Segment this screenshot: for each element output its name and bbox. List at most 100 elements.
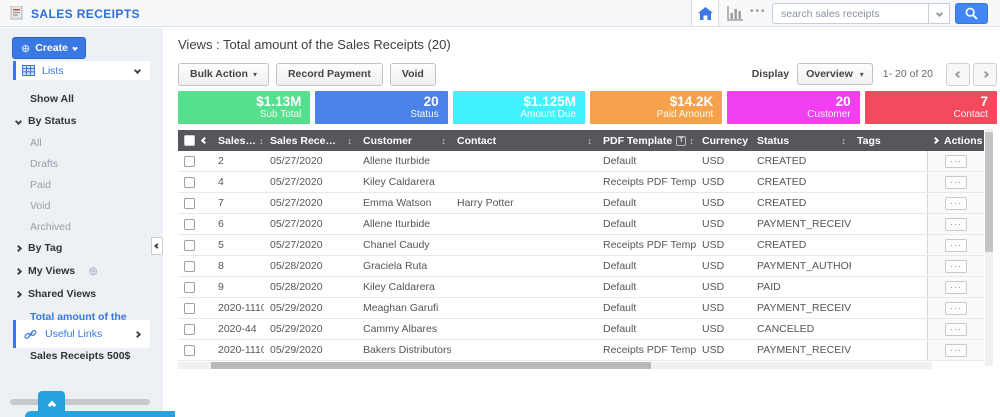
row-actions-button[interactable]: ···	[945, 260, 967, 273]
sidebar-item-show-all[interactable]: Show All	[0, 88, 163, 110]
table-header-row: Sales… ↕ Sales Rece… ↕ Customer ↕ Contac…	[178, 130, 984, 151]
next-page-button[interactable]	[973, 63, 997, 86]
contact-cell	[451, 214, 597, 234]
row-actions-button[interactable]: ···	[945, 155, 967, 168]
row-actions-button[interactable]: ···	[945, 197, 967, 210]
column-header-pdf-template[interactable]: PDF Template T ↕	[597, 130, 696, 151]
sidebar-item-void[interactable]: Void	[0, 195, 163, 216]
customer-cell: Graciela Ruta	[357, 256, 451, 276]
currency-cell: USD	[696, 340, 751, 360]
display-label: Display	[752, 68, 789, 80]
contact-cell	[451, 340, 597, 360]
search-icon	[965, 7, 978, 20]
sidebar-item-drafts[interactable]: Drafts	[0, 153, 163, 174]
app-brand: SALES RECEIPTS	[10, 0, 140, 27]
sort-icon[interactable]: ↕	[259, 136, 264, 146]
column-header-status[interactable]: Status ↕	[751, 130, 851, 151]
kpi-summary-row: $1.13M Sub Total 20 Status $1.125M Amoun…	[178, 91, 997, 124]
sales-receipt-date-cell: 05/27/2020	[264, 235, 357, 255]
row-actions-button[interactable]: ···	[945, 302, 967, 315]
row-checkbox[interactable]	[184, 177, 195, 188]
status-cell: CREATED	[751, 172, 851, 192]
bulk-action-button[interactable]: Bulk Action ▾	[178, 63, 269, 86]
column-header-currency[interactable]: Currency T ↕	[696, 130, 751, 151]
customer-cell: Bakers Distributors	[357, 340, 451, 360]
row-checkbox[interactable]	[184, 261, 195, 272]
dashboard-button[interactable]	[727, 5, 744, 26]
customer-cell: Meaghan Garufi	[357, 298, 451, 318]
currency-cell: USD	[696, 277, 751, 297]
create-button[interactable]: ⊕ Create	[12, 37, 86, 59]
chevron-left-icon[interactable]	[201, 137, 208, 144]
add-view-icon[interactable]: ⊕	[88, 264, 98, 278]
sidebar-item-archived[interactable]: Archived	[0, 216, 163, 237]
column-header-actions[interactable]: Actions	[927, 130, 984, 151]
table-row: 2020-11101 05/29/2020 Meaghan Garufi Def…	[178, 298, 984, 319]
plus-circle-icon: ⊕	[21, 42, 30, 55]
tags-cell	[851, 193, 927, 213]
sales-receipt-date-cell: 05/27/2020	[264, 151, 357, 171]
search-button[interactable]	[955, 3, 988, 24]
vertical-scrollbar[interactable]	[985, 129, 993, 366]
search-input[interactable]	[772, 3, 928, 24]
previous-page-button[interactable]	[946, 63, 970, 86]
sidebar-item-paid[interactable]: Paid	[0, 174, 163, 195]
sort-icon[interactable]: ↕	[588, 136, 593, 146]
sidebar-item-useful-links[interactable]: Useful Links	[13, 320, 150, 348]
pdf-template-cell: Receipts PDF Template	[597, 172, 696, 192]
home-button[interactable]	[691, 0, 719, 26]
chevron-right-icon	[15, 290, 22, 297]
row-actions-button[interactable]: ···	[945, 239, 967, 252]
column-header-tags[interactable]: Tags	[851, 130, 927, 151]
row-actions-button[interactable]: ···	[945, 323, 967, 336]
column-header-contact[interactable]: Contact ↕	[451, 130, 597, 151]
more-menu-icon[interactable]: •••	[750, 6, 767, 17]
record-payment-button[interactable]: Record Payment	[276, 63, 383, 86]
row-actions-button[interactable]: ···	[945, 344, 967, 357]
display-mode-select[interactable]: Overview ▾	[797, 63, 873, 85]
sort-icon[interactable]: ↕	[348, 136, 353, 146]
column-header-sales-receipt-date[interactable]: Sales Rece… ↕	[264, 130, 357, 151]
column-header-sales-number[interactable]: Sales… ↕	[212, 130, 264, 151]
status-cell: PAYMENT_AUTHORIZED	[751, 256, 851, 276]
sidebar-item-sales-receipts-500[interactable]: Sales Receipts 500$	[0, 345, 163, 367]
chevron-left-icon	[954, 70, 961, 77]
horizontal-scrollbar-thumb[interactable]	[211, 362, 651, 369]
row-checkbox[interactable]	[184, 324, 195, 335]
sidebar-item-my-views[interactable]: My Views⊕	[0, 259, 163, 283]
horizontal-scrollbar[interactable]	[178, 362, 932, 369]
row-checkbox[interactable]	[184, 219, 195, 230]
sort-icon[interactable]: ↕	[842, 136, 847, 146]
customer-cell: Allene Iturbide	[357, 151, 451, 171]
row-checkbox[interactable]	[184, 198, 195, 209]
currency-cell: USD	[696, 151, 751, 171]
column-header-customer[interactable]: Customer ↕	[357, 130, 451, 151]
row-actions-button[interactable]: ···	[945, 176, 967, 189]
filter-icon[interactable]: T	[676, 136, 686, 146]
sidebar-item-all[interactable]: All	[0, 132, 163, 153]
sort-icon[interactable]: ↕	[689, 136, 694, 146]
select-all-checkbox[interactable]	[184, 135, 195, 146]
row-actions-button[interactable]: ···	[945, 218, 967, 231]
sidebar-item-by-status[interactable]: By Status	[0, 110, 163, 132]
customer-cell: Emma Watson	[357, 193, 451, 213]
sidebar-collapse-handle[interactable]	[151, 237, 163, 255]
vertical-scrollbar-thumb[interactable]	[985, 132, 993, 252]
sidebar-horizontal-scrollbar[interactable]	[10, 399, 150, 405]
sidebar-item-by-tag[interactable]: By Tag	[0, 237, 163, 259]
row-checkbox[interactable]	[184, 156, 195, 167]
sidebar-item-shared-views[interactable]: Shared Views	[0, 283, 163, 305]
chevron-right-icon	[932, 137, 939, 144]
status-cell: PAYMENT_RECEIVED	[751, 214, 851, 234]
row-checkbox[interactable]	[184, 345, 195, 356]
contact-cell: Harry Potter	[451, 193, 597, 213]
sort-icon[interactable]: ↕	[442, 136, 447, 146]
search-scope-dropdown[interactable]	[928, 3, 950, 24]
sidebar-item-lists[interactable]: Lists	[13, 61, 150, 80]
sales-number-cell: 2020-44	[212, 319, 264, 339]
void-button[interactable]: Void	[390, 63, 436, 86]
row-actions-button[interactable]: ···	[945, 281, 967, 294]
row-checkbox[interactable]	[184, 303, 195, 314]
row-checkbox[interactable]	[184, 240, 195, 251]
row-checkbox[interactable]	[184, 282, 195, 293]
